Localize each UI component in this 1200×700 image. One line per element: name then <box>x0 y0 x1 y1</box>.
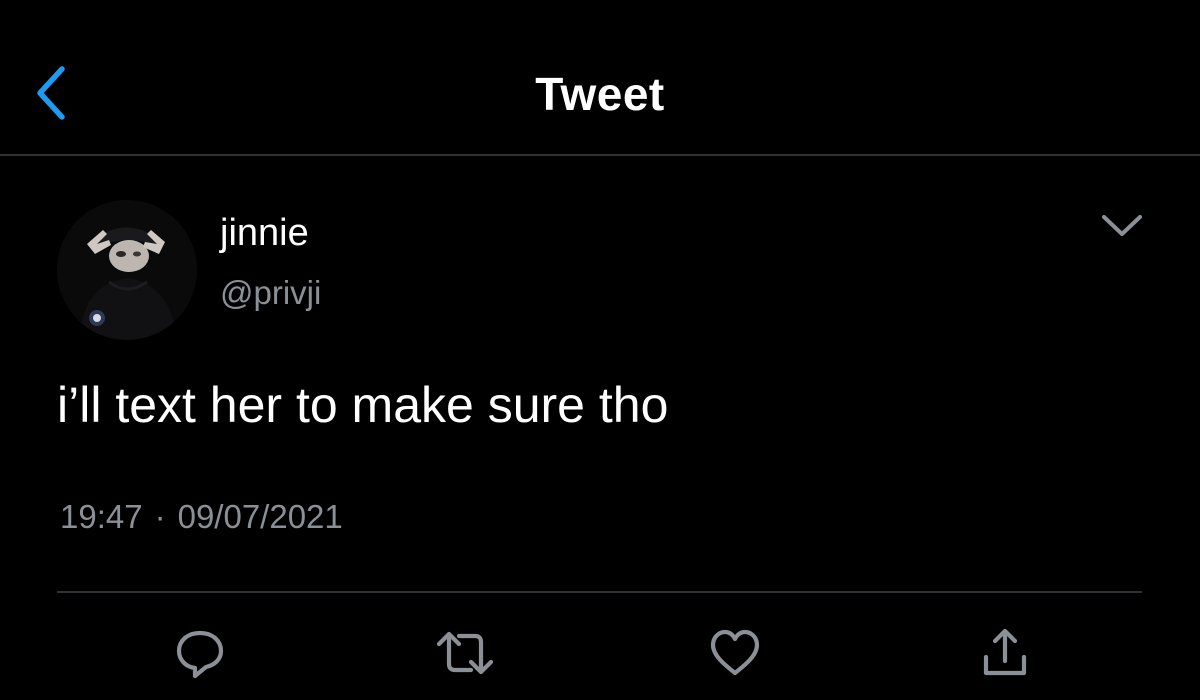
speech-bubble-icon <box>176 630 224 679</box>
author-display-name[interactable]: jinnie <box>220 210 309 256</box>
reply-button[interactable] <box>165 618 235 688</box>
retweet-icon <box>436 631 494 675</box>
author-handle[interactable]: @privji <box>220 272 321 314</box>
avatar[interactable] <box>57 200 197 340</box>
divider <box>57 591 1142 593</box>
like-button[interactable] <box>700 618 770 688</box>
share-icon <box>983 628 1027 676</box>
heart-icon <box>710 629 760 676</box>
tweet-time: 19:47 <box>60 498 143 535</box>
more-options-button[interactable] <box>1092 200 1152 250</box>
tweet-date: 09/07/2021 <box>177 498 343 535</box>
share-button[interactable] <box>970 618 1040 688</box>
tweet-timestamp: 19:47 · 09/07/2021 <box>60 495 343 539</box>
chevron-down-icon <box>1102 215 1142 236</box>
tweet-text: i’ll text her to make sure tho <box>57 377 669 433</box>
profile-photo <box>57 200 197 340</box>
meta-separator: · <box>154 498 166 535</box>
page-title: Tweet <box>535 68 665 120</box>
retweet-button[interactable] <box>430 618 500 688</box>
top-bar: Tweet <box>0 0 1200 156</box>
